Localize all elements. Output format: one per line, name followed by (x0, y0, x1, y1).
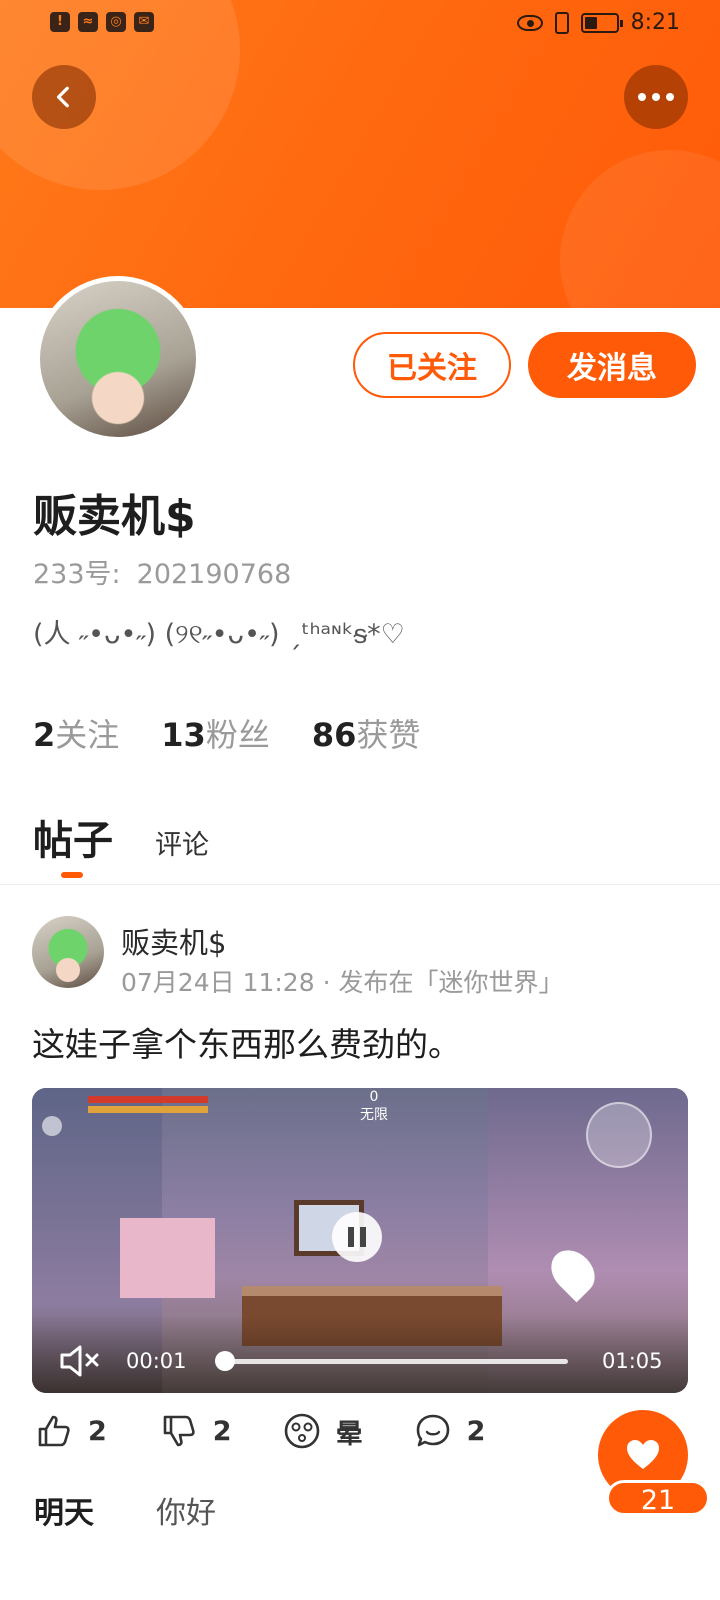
video-controls: 00:01 01:05 (32, 1315, 688, 1393)
post-actions: 2 2 晕 2 (34, 1411, 535, 1451)
avatar-image (40, 281, 196, 437)
chevron-left-icon (56, 86, 69, 108)
hot-comments: 明天 你好 (34, 1488, 216, 1532)
thumbs-up-icon (38, 1415, 70, 1447)
post-author-avatar[interactable] (32, 916, 104, 988)
video-minimap (586, 1102, 652, 1168)
hot-comment-item[interactable]: 明天 (34, 1488, 94, 1532)
stat-label: 关注 (55, 716, 120, 754)
sms-icon: ✉ (134, 12, 154, 32)
dizzy-label: 晕 (335, 1418, 363, 1450)
thumbs-down-icon (163, 1415, 195, 1447)
video-total-time: 01:05 (602, 1349, 663, 1373)
profile-bio: (人 ˶•ᴗ•˶) (୨୧˶•ᴗ•˶) ˏᵗʰᵃᶰᵏᵴ*♡ (33, 619, 405, 650)
status-left-icons: ! ≈ ◎ ✉ (50, 12, 154, 32)
pause-icon (348, 1227, 354, 1247)
status-time: 8:21 (630, 10, 680, 35)
dizzy-face-icon (284, 1413, 319, 1449)
more-dots-icon (638, 93, 674, 101)
decor-blob (560, 150, 720, 308)
favorite-count: 21 (606, 1480, 710, 1516)
video-progress-knob[interactable] (215, 1351, 235, 1371)
pause-button[interactable] (332, 1212, 382, 1262)
vibrate-icon (554, 11, 569, 34)
stat-label: 获赞 (356, 716, 421, 754)
followed-button[interactable]: 已关注 (353, 332, 511, 398)
more-options-button[interactable] (624, 65, 688, 129)
comment-button[interactable]: 2 (413, 1411, 486, 1451)
stat-value: 2 (33, 716, 56, 754)
stat-following[interactable]: 2关注 (33, 710, 119, 756)
stat-followers[interactable]: 13粉丝 (161, 710, 270, 756)
like-count: 2 (88, 1415, 107, 1447)
stat-value: 13 (161, 716, 206, 754)
battery-icon (580, 12, 623, 33)
status-bar: ! ≈ ◎ ✉ 8:21 (0, 0, 720, 48)
video-progress-bar[interactable] (218, 1359, 568, 1364)
tabs-divider (0, 884, 720, 885)
video-scene (120, 1218, 215, 1298)
video-current-time: 00:01 (126, 1349, 187, 1373)
post-video[interactable]: 0 无限 00:01 01:05 (32, 1088, 688, 1393)
send-message-button[interactable]: 发消息 (528, 332, 696, 398)
profile-username: 贩卖机$ (33, 491, 196, 542)
hot-comment-item[interactable]: 你好 (156, 1488, 216, 1532)
profile-stats: 2关注 13粉丝 86获赞 (33, 710, 420, 756)
video-health-bar (88, 1096, 208, 1103)
dislike-button[interactable]: 2 (159, 1411, 232, 1451)
alert-icon: ! (50, 12, 70, 32)
profile-avatar[interactable] (35, 276, 201, 442)
tab-comments[interactable]: 评论 (155, 823, 209, 862)
profile-tabs: 帖子 评论 (33, 808, 209, 878)
back-button[interactable] (32, 65, 96, 129)
comment-count: 2 (466, 1415, 486, 1447)
profile-id: 233号: 202190768 (33, 552, 291, 591)
heart-icon (627, 1440, 659, 1469)
dizzy-reaction-button[interactable]: 晕 (282, 1411, 363, 1451)
video-joystick-dot (42, 1116, 62, 1136)
comment-bubble-icon (416, 1414, 449, 1447)
post-meta: 07月24日 11:28 · 发布在「迷你世界」 (121, 968, 564, 997)
video-hud-mode: 无限 (360, 1107, 388, 1123)
video-hud-count: 0 (369, 1089, 379, 1105)
wifi-icon: ≈ (78, 12, 98, 32)
stat-label: 粉丝 (205, 716, 270, 754)
video-hud: 0 无限 (344, 1088, 404, 1124)
video-hunger-bar (88, 1106, 208, 1113)
pause-icon (360, 1227, 366, 1247)
dislike-count: 2 (212, 1415, 232, 1447)
status-right-icons: 8:21 (516, 10, 680, 35)
stat-value: 86 (311, 716, 357, 754)
stat-likes[interactable]: 86获赞 (312, 710, 421, 756)
tab-posts[interactable]: 帖子 (33, 808, 113, 878)
post-author-name[interactable]: 贩卖机$ (121, 920, 226, 962)
profile-id-label: 233号: (33, 559, 121, 590)
globe-icon: ◎ (106, 12, 126, 32)
eye-icon (516, 14, 543, 31)
mute-icon[interactable] (58, 1343, 102, 1379)
like-button[interactable]: 2 (34, 1411, 107, 1451)
post-text[interactable]: 这娃子拿个东西那么费劲的。 (32, 1018, 461, 1066)
profile-id-value: 202190768 (136, 559, 292, 590)
